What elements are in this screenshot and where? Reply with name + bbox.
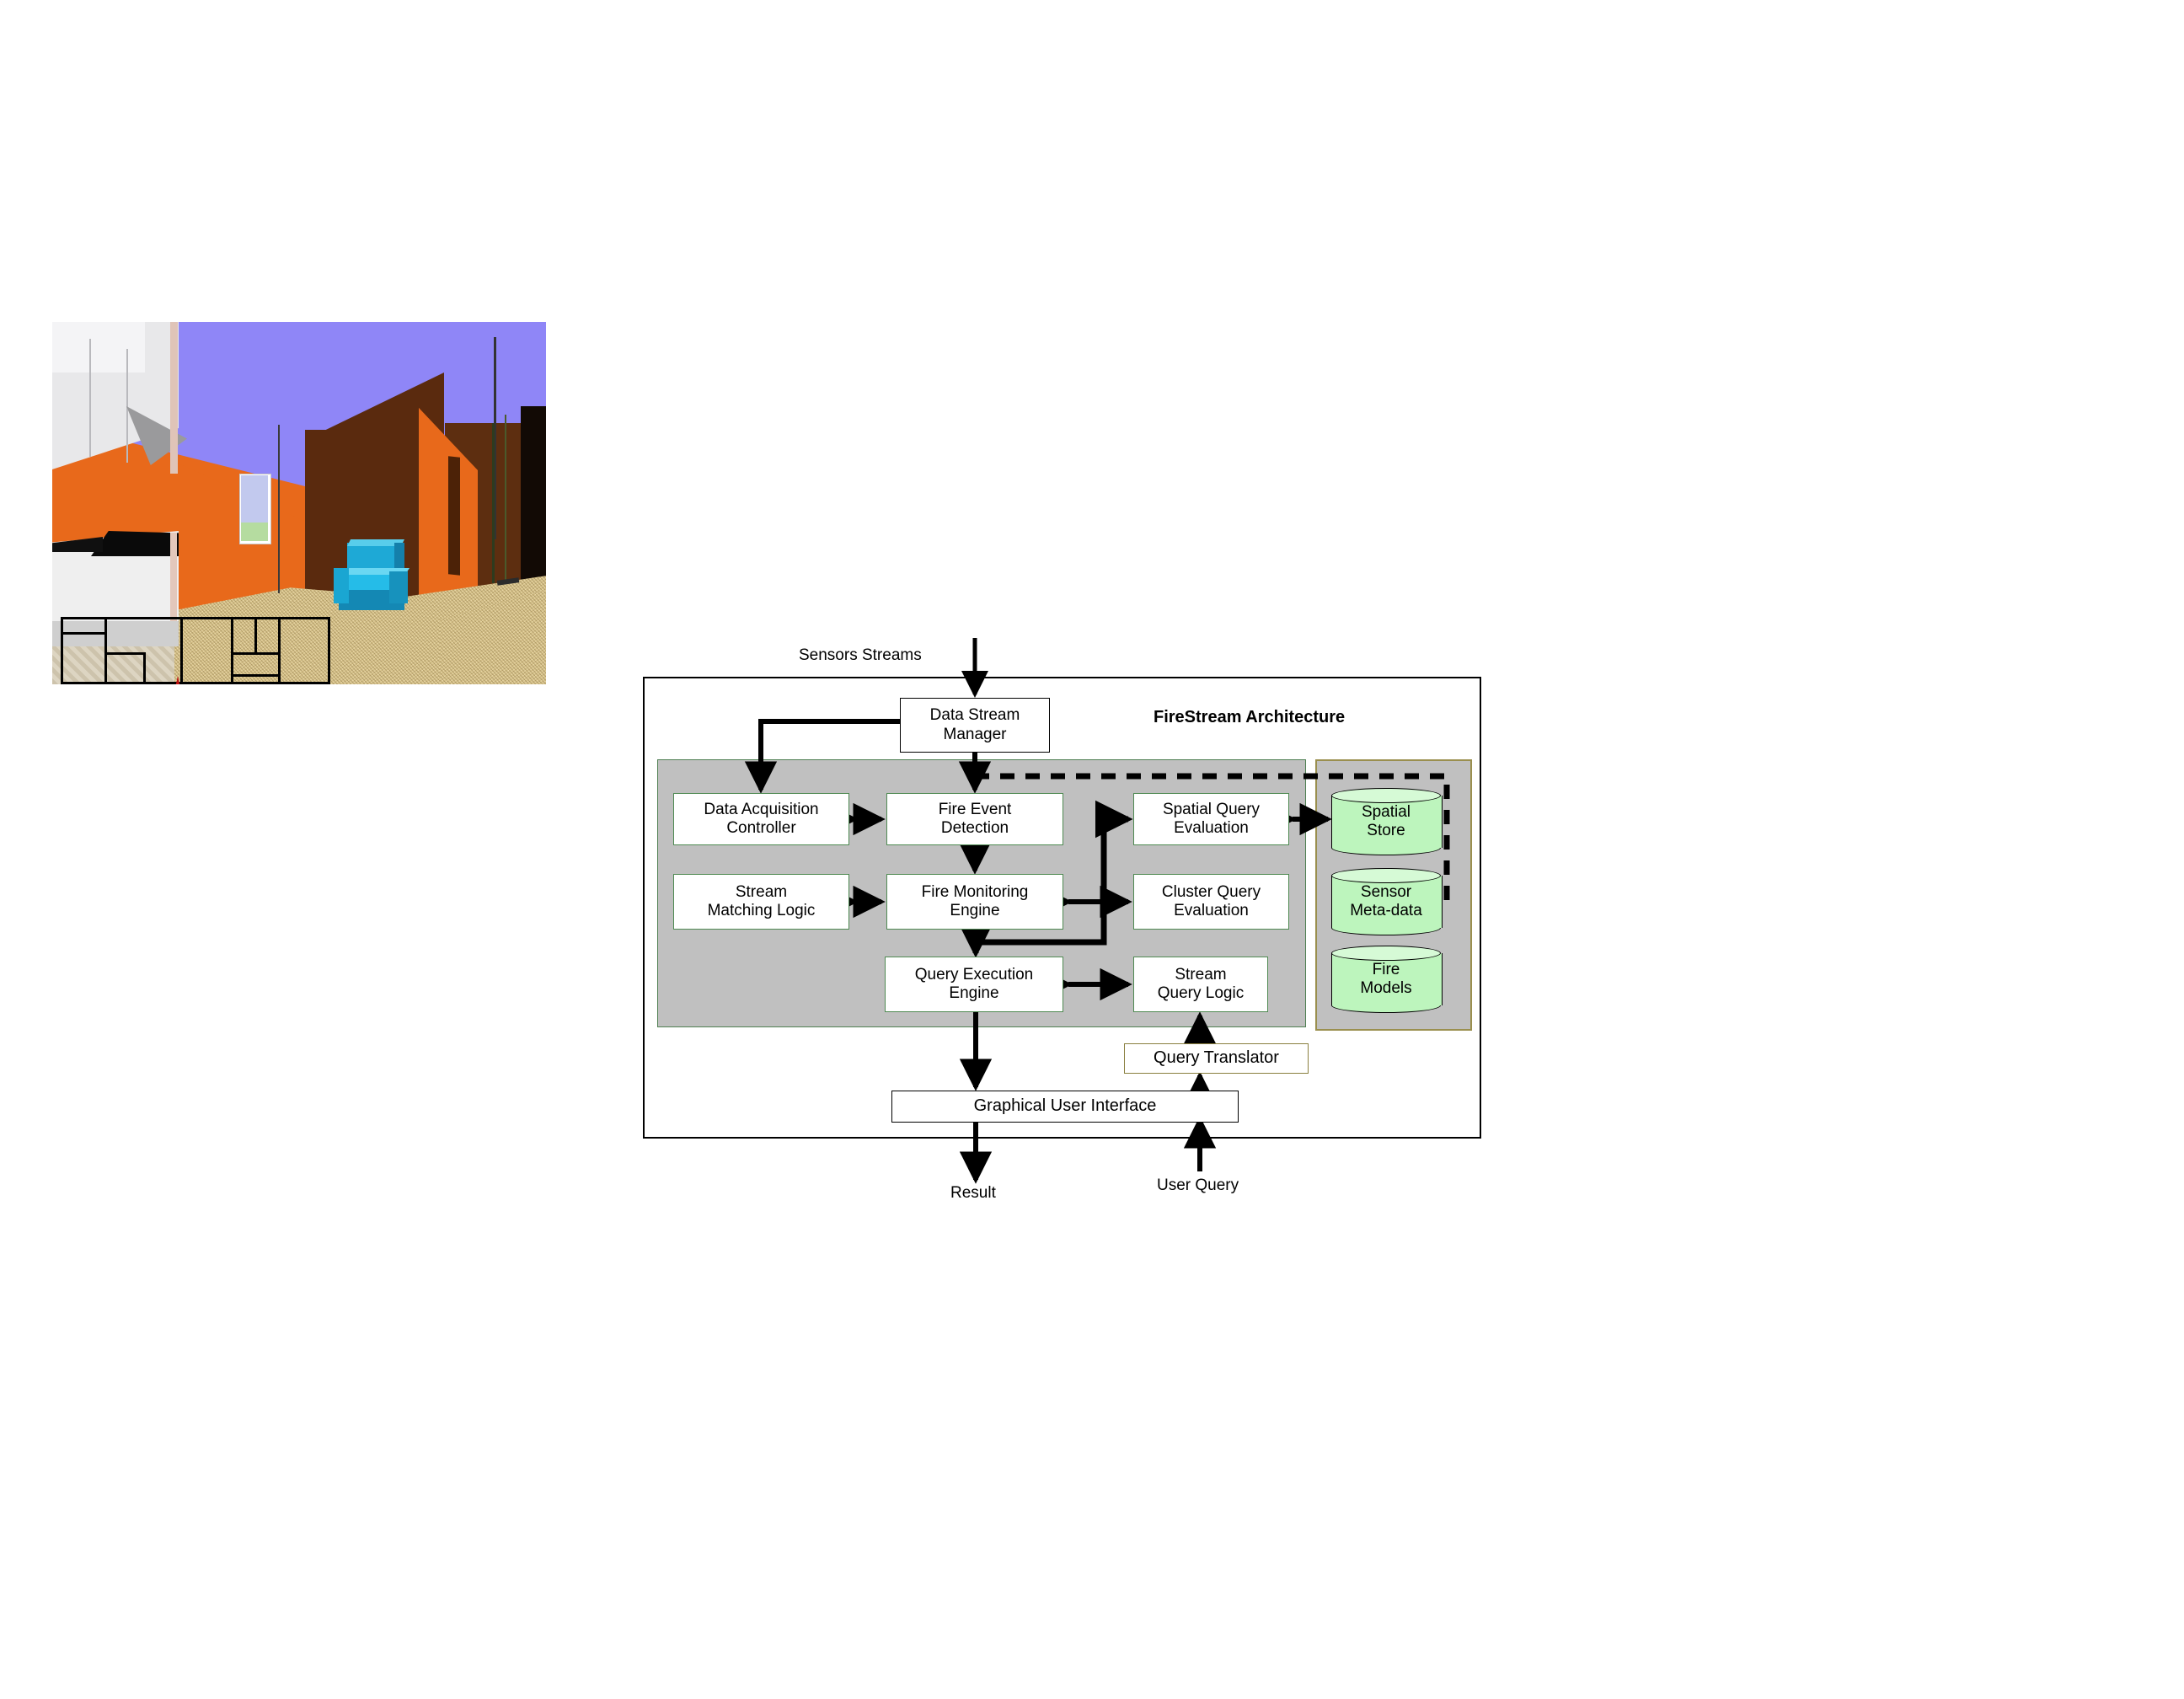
node-graphical-user-interface[interactable]: Graphical User Interface: [891, 1091, 1239, 1123]
store-fire-models[interactable]: Fire Models: [1331, 946, 1443, 1013]
connector-arrows: [744, 638, 1450, 1184]
store-sensor-meta-data[interactable]: Sensor Meta-data: [1331, 868, 1443, 935]
store-label: Fire Models: [1360, 960, 1412, 997]
node-data-stream-manager[interactable]: Data Stream Manager: [900, 698, 1050, 753]
diagram-title: FireStream Architecture: [1154, 708, 1346, 726]
node-query-translator[interactable]: Query Translator: [1124, 1043, 1309, 1074]
store-label: Spatial Store: [1361, 802, 1411, 839]
node-data-acquisition-controller[interactable]: Data Acquisition Controller: [673, 793, 849, 845]
node-stream-matching-logic[interactable]: Stream Matching Logic: [673, 874, 849, 930]
node-cluster-query-evaluation[interactable]: Cluster Query Evaluation: [1133, 874, 1289, 930]
label-sensors-streams: Sensors Streams: [799, 646, 922, 664]
node-stream-query-logic[interactable]: Stream Query Logic: [1133, 957, 1268, 1012]
node-fire-monitoring-engine[interactable]: Fire Monitoring Engine: [886, 874, 1063, 930]
store-label: Sensor Meta-data: [1350, 882, 1422, 919]
node-fire-event-detection[interactable]: Fire Event Detection: [886, 793, 1063, 845]
node-spatial-query-evaluation[interactable]: Spatial Query Evaluation: [1133, 793, 1289, 845]
store-spatial-store[interactable]: Spatial Store: [1331, 788, 1443, 855]
node-query-execution-engine[interactable]: Query Execution Engine: [885, 957, 1063, 1012]
firestream-architecture-diagram: Sensors Streams Result User Query FireSt…: [0, 0, 2184, 1699]
label-result: Result: [950, 1184, 996, 1202]
label-user-query: User Query: [1157, 1176, 1239, 1194]
